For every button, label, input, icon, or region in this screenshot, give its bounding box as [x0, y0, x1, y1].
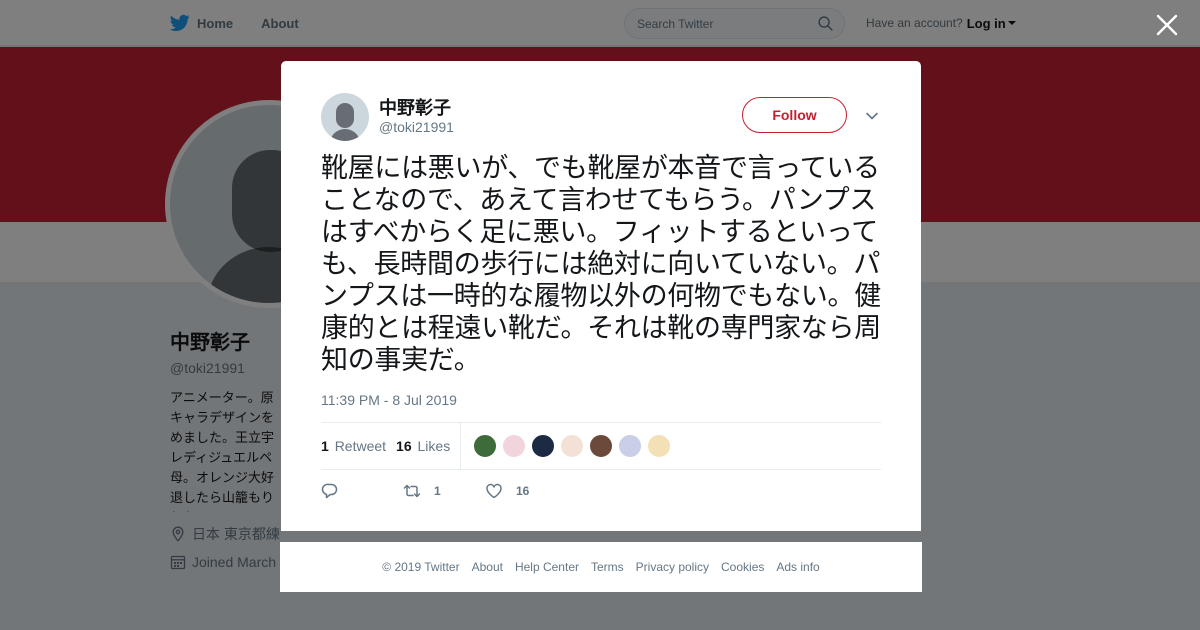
tweet-author-name[interactable]: 中野彰子	[379, 94, 451, 120]
liker-avatar[interactable]	[618, 434, 643, 458]
close-icon[interactable]	[1155, 13, 1179, 37]
tweet-stats: 1 Retweet 16 Likes	[321, 422, 881, 470]
reply-icon	[321, 483, 338, 499]
chevron-down-icon[interactable]	[865, 109, 879, 123]
retweet-label: Retweet	[334, 438, 387, 454]
tweet-timestamp[interactable]: 11:39 PM - 8 Jul 2019	[321, 392, 457, 408]
retweet-count: 1	[321, 438, 329, 454]
tweet-author-avatar[interactable]	[321, 93, 369, 141]
follow-button[interactable]: Follow	[742, 97, 847, 133]
liker-avatar[interactable]	[531, 434, 556, 458]
stats-divider	[460, 423, 462, 469]
like-button[interactable]: 16	[485, 482, 529, 500]
tweet-actions: 1 16	[321, 481, 529, 501]
footer-link[interactable]: Cookies	[721, 560, 764, 574]
tweet-permalink-modal: 中野彰子 @toki21991 Follow 靴屋には悪いが、でも靴屋が本音で言…	[281, 61, 921, 531]
heart-icon	[486, 483, 502, 499]
liker-avatar[interactable]	[589, 434, 614, 458]
likes-stat[interactable]: 16 Likes	[396, 438, 450, 454]
liker-avatar[interactable]	[502, 434, 527, 458]
retweet-stat[interactable]: 1 Retweet	[321, 438, 386, 454]
footer-link[interactable]: About	[472, 560, 503, 574]
liker-avatar[interactable]	[647, 434, 672, 458]
footer-link[interactable]: © 2019 Twitter	[382, 560, 459, 574]
like-action-count: 16	[516, 484, 530, 498]
likes-label: Likes	[417, 438, 451, 454]
retweet-icon	[403, 484, 421, 498]
footer-link[interactable]: Privacy policy	[636, 560, 709, 574]
liker-avatars	[473, 434, 676, 458]
liker-avatar[interactable]	[473, 434, 498, 458]
tweet-author-handle[interactable]: @toki21991	[379, 119, 454, 135]
tweet-text: 靴屋には悪いが、でも靴屋が本音で言っていることなので、あえて言わせてもらう。パン…	[321, 153, 881, 376]
liker-avatar[interactable]	[560, 434, 585, 458]
reply-button[interactable]	[321, 482, 403, 500]
likes-count: 16	[396, 438, 412, 454]
default-avatar-icon	[330, 103, 360, 141]
retweet-action-count: 1	[434, 484, 441, 498]
footer-link[interactable]: Help Center	[515, 560, 579, 574]
footer-link[interactable]: Terms	[591, 560, 624, 574]
footer-link[interactable]: Ads info	[776, 560, 819, 574]
footer: © 2019 Twitter About Help Center Terms Priva…	[280, 542, 922, 592]
retweet-button[interactable]: 1	[403, 482, 485, 500]
